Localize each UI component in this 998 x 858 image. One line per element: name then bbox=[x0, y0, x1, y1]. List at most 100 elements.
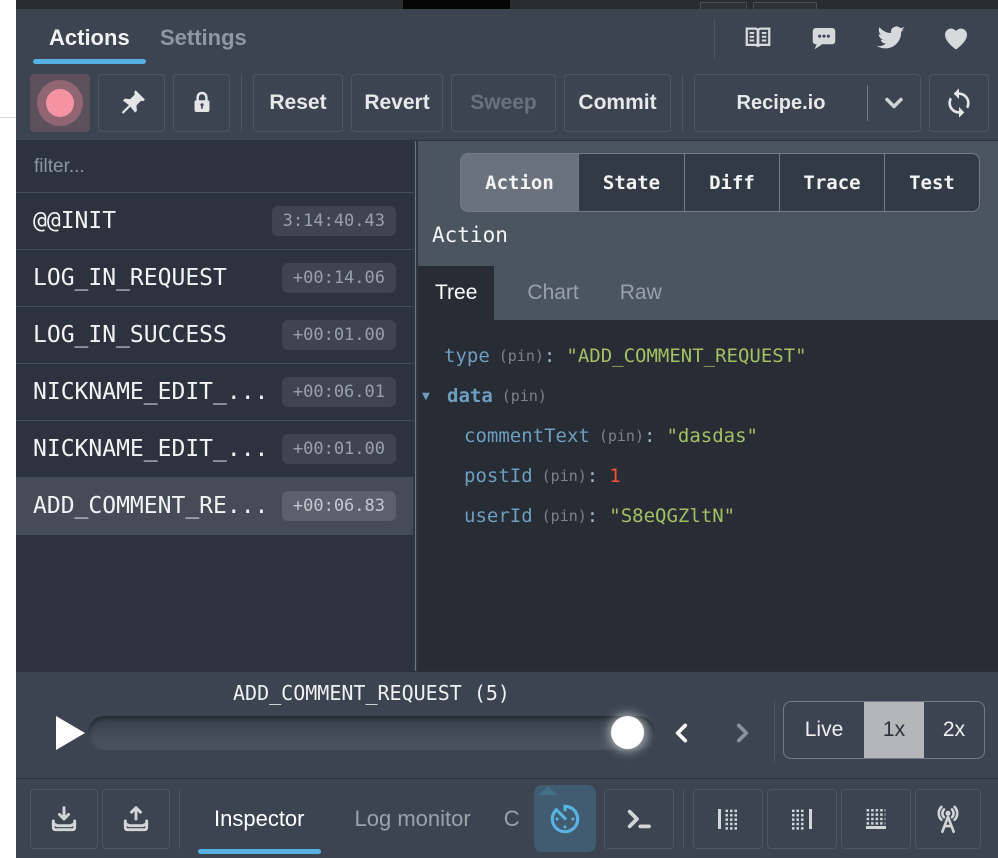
chevron-down-icon bbox=[868, 89, 920, 117]
remote-button[interactable] bbox=[914, 788, 981, 849]
action-name: ADD_COMMENT_RE... bbox=[33, 493, 269, 519]
dock-left-button[interactable] bbox=[692, 788, 763, 849]
tree-row: type (pin): "ADD_COMMENT_REQUEST" bbox=[444, 345, 807, 367]
section-label: Action bbox=[432, 223, 508, 247]
record-icon bbox=[37, 80, 83, 126]
panel-resizer[interactable] bbox=[413, 141, 418, 671]
filter-bar bbox=[16, 141, 413, 193]
play-icon[interactable] bbox=[56, 716, 85, 750]
host-top-black-segment bbox=[403, 0, 510, 9]
tree-key[interactable]: data bbox=[447, 385, 493, 407]
view-subtabs: Tree Chart Raw bbox=[418, 266, 998, 320]
instance-select[interactable]: Recipe.io bbox=[694, 74, 921, 132]
tab-action[interactable]: Action bbox=[460, 153, 579, 212]
tree-key[interactable]: postId bbox=[464, 465, 533, 487]
action-name: @@INIT bbox=[33, 208, 117, 234]
dock-bottom-icon bbox=[865, 808, 886, 829]
sync-button[interactable] bbox=[929, 74, 989, 132]
pin-label: (pin) bbox=[498, 347, 544, 365]
record-button[interactable] bbox=[30, 74, 90, 132]
chat-bubble-icon[interactable] bbox=[791, 16, 857, 60]
bottom-divider bbox=[682, 788, 684, 849]
tree-key[interactable]: type bbox=[444, 345, 490, 367]
devtools-panel: Actions Settings Reset Revert Sweep Comm… bbox=[16, 9, 998, 858]
pin-icon bbox=[121, 90, 145, 114]
subtab-raw[interactable]: Raw bbox=[603, 266, 679, 320]
action-list-item[interactable]: LOG_IN_SUCCESS +00:01.00 bbox=[16, 307, 413, 364]
tree-key[interactable]: commentText bbox=[464, 425, 590, 447]
tab-test[interactable]: Test bbox=[885, 153, 980, 212]
import-button[interactable] bbox=[30, 788, 98, 849]
sync-icon bbox=[948, 88, 970, 118]
tab-actions[interactable]: Actions bbox=[33, 9, 146, 66]
dock-right-icon bbox=[791, 808, 812, 830]
instance-label: Recipe.io bbox=[736, 91, 826, 114]
revert-button[interactable]: Revert bbox=[351, 74, 443, 132]
lock-button[interactable] bbox=[173, 74, 230, 132]
lock-icon bbox=[194, 91, 209, 112]
speed-2x-button[interactable]: 2x bbox=[924, 702, 984, 758]
chevron-left-icon bbox=[675, 723, 688, 743]
action-time-badge: +00:06.01 bbox=[281, 377, 396, 407]
tab-diff[interactable]: Diff bbox=[685, 153, 780, 212]
dock-bottom-button[interactable] bbox=[840, 788, 911, 849]
tab-settings[interactable]: Settings bbox=[144, 9, 263, 66]
inspector-panel: Action State Diff Trace Test Action Tree… bbox=[418, 141, 998, 671]
action-name: NICKNAME_EDIT_... bbox=[33, 379, 269, 405]
pin-button[interactable] bbox=[98, 74, 165, 132]
slider-thumb[interactable] bbox=[611, 716, 644, 749]
collapse-arrow-icon[interactable]: ▼ bbox=[422, 389, 447, 404]
action-time-badge: +00:14.06 bbox=[281, 263, 396, 293]
terminal-icon bbox=[627, 809, 651, 828]
tree-row: postId (pin): 1 bbox=[464, 465, 621, 487]
action-time-badge: +00:06.83 bbox=[281, 491, 396, 521]
filter-input[interactable] bbox=[34, 155, 395, 178]
tab-chart-truncated[interactable]: C bbox=[504, 779, 524, 858]
tree-value: "ADD_COMMENT_REQUEST" bbox=[566, 345, 807, 367]
playback-action-label: ADD_COMMENT_REQUEST (5) bbox=[233, 681, 510, 705]
stopwatch-icon bbox=[550, 804, 579, 833]
tab-inspector[interactable]: Inspector bbox=[189, 779, 330, 858]
redux-devtools-window: Actions Settings Reset Revert Sweep Comm… bbox=[0, 0, 998, 858]
dock-right-button[interactable] bbox=[766, 788, 837, 849]
subtab-chart[interactable]: Chart bbox=[510, 266, 595, 320]
action-list-item-selected[interactable]: ADD_COMMENT_RE... +00:06.83 bbox=[16, 478, 413, 535]
playback-slider[interactable] bbox=[88, 716, 655, 749]
tab-state[interactable]: State bbox=[579, 153, 685, 212]
inspector-tabs: Action State Diff Trace Test bbox=[460, 153, 998, 212]
dock-left-icon bbox=[717, 808, 738, 830]
action-list: @@INIT 3:14:40.43 LOG_IN_REQUEST +00:14.… bbox=[16, 141, 413, 671]
speed-buttons: Live 1x 2x bbox=[783, 701, 985, 759]
tree-key[interactable]: userId bbox=[464, 505, 533, 527]
commit-button[interactable]: Commit bbox=[564, 74, 671, 132]
remote-antenna-icon bbox=[937, 805, 959, 833]
tree-row: commentText (pin): "dasdas" bbox=[464, 425, 758, 447]
action-list-item[interactable]: LOG_IN_REQUEST +00:14.06 bbox=[16, 250, 413, 307]
action-list-item[interactable]: NICKNAME_EDIT_... +00:06.01 bbox=[16, 364, 413, 421]
subtab-tree[interactable]: Tree bbox=[418, 266, 495, 320]
playback-divider bbox=[774, 700, 775, 762]
docs-book-icon[interactable] bbox=[725, 16, 791, 60]
action-list-item[interactable]: @@INIT 3:14:40.43 bbox=[16, 193, 413, 250]
action-list-item[interactable]: NICKNAME_EDIT_... +00:01.00 bbox=[16, 421, 413, 478]
heart-icon[interactable] bbox=[923, 16, 989, 60]
tab-trace[interactable]: Trace bbox=[780, 153, 885, 212]
playback-bar: ADD_COMMENT_REQUEST (5) Live 1x 2x bbox=[16, 671, 998, 778]
twitter-icon[interactable] bbox=[857, 16, 923, 60]
tab-log-monitor[interactable]: Log monitor bbox=[330, 779, 496, 858]
header-divider bbox=[714, 17, 715, 58]
chevron-right-icon bbox=[736, 723, 749, 743]
action-time-badge: +00:01.00 bbox=[281, 320, 396, 350]
step-back-button[interactable] bbox=[666, 716, 698, 750]
toolbar-divider bbox=[682, 74, 683, 132]
header: Actions Settings bbox=[16, 9, 998, 66]
slider-monitor-button[interactable] bbox=[533, 785, 596, 852]
dispatcher-button[interactable] bbox=[603, 788, 674, 849]
step-forward-button[interactable] bbox=[726, 716, 758, 750]
export-button[interactable] bbox=[102, 788, 170, 849]
pin-label: (pin) bbox=[541, 507, 587, 525]
reset-button[interactable]: Reset bbox=[253, 74, 343, 132]
sweep-button[interactable]: Sweep bbox=[451, 74, 556, 132]
speed-1x-button[interactable]: 1x bbox=[864, 702, 924, 758]
live-button[interactable]: Live bbox=[784, 702, 864, 758]
